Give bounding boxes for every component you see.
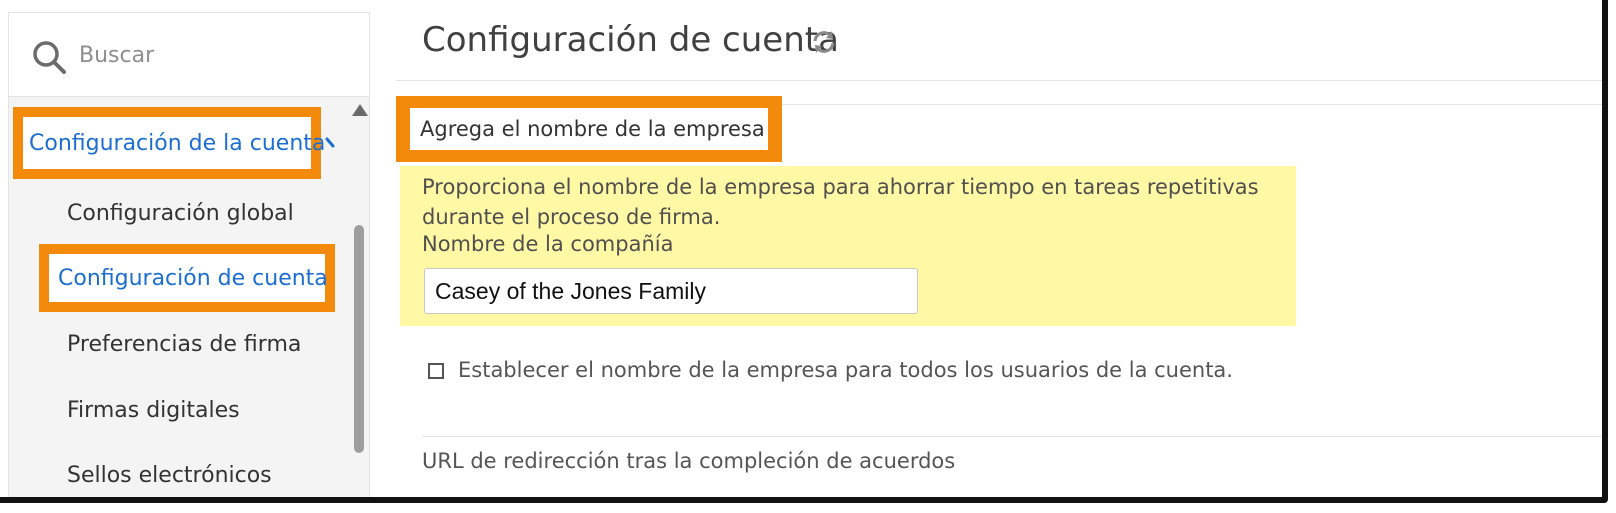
search-box[interactable]: Buscar <box>9 13 369 97</box>
company-name-panel: Proporciona el nombre de la empresa para… <box>400 166 1296 326</box>
app-window: Buscar Configuración de la cuenta Config… <box>0 0 1608 503</box>
sidebar-item-digital-signatures[interactable]: Firmas digitales <box>67 398 240 423</box>
search-input[interactable]: Buscar <box>79 43 154 68</box>
page-title: Configuración de cuenta <box>422 20 839 60</box>
refresh-icon[interactable] <box>810 28 838 56</box>
scrollbar-thumb[interactable] <box>354 225 364 453</box>
divider <box>422 436 1602 437</box>
sidebar: Buscar Configuración de la cuenta Config… <box>8 12 370 497</box>
sidebar-item-signing-preferences[interactable]: Preferencias de firma <box>67 332 301 357</box>
divider <box>396 80 1602 81</box>
sidebar-section-account-settings[interactable]: Configuración de la cuenta <box>13 107 325 179</box>
section-description: Proporciona el nombre de la empresa para… <box>422 175 1259 229</box>
section-heading-label: Agrega el nombre de la empresa <box>410 108 768 150</box>
sidebar-section-label: Configuración de la cuenta <box>23 117 325 169</box>
sidebar-item-account-settings[interactable]: Configuración de cuenta <box>39 244 335 312</box>
company-name-input[interactable] <box>424 268 918 314</box>
main-content: Configuración de cuenta Agrega el nombre… <box>396 0 1602 497</box>
sidebar-item-electronic-seals[interactable]: Sellos electrónicos <box>67 463 272 488</box>
chevron-up-icon[interactable] <box>325 137 339 149</box>
sidebar-item-label: Configuración de cuenta <box>49 254 328 302</box>
apply-all-users-checkbox[interactable] <box>428 363 444 379</box>
redirect-url-heading: URL de redirección tras la compleción de… <box>422 449 956 473</box>
search-icon <box>33 41 66 74</box>
company-name-label: Nombre de la compañía <box>422 232 674 256</box>
section-heading-company-name: Agrega el nombre de la empresa <box>396 96 782 162</box>
scroll-up-arrow-icon[interactable] <box>351 103 369 117</box>
sidebar-item-global-settings[interactable]: Configuración global <box>67 201 294 226</box>
apply-all-users-label: Establecer el nombre de la empresa para … <box>458 358 1233 382</box>
